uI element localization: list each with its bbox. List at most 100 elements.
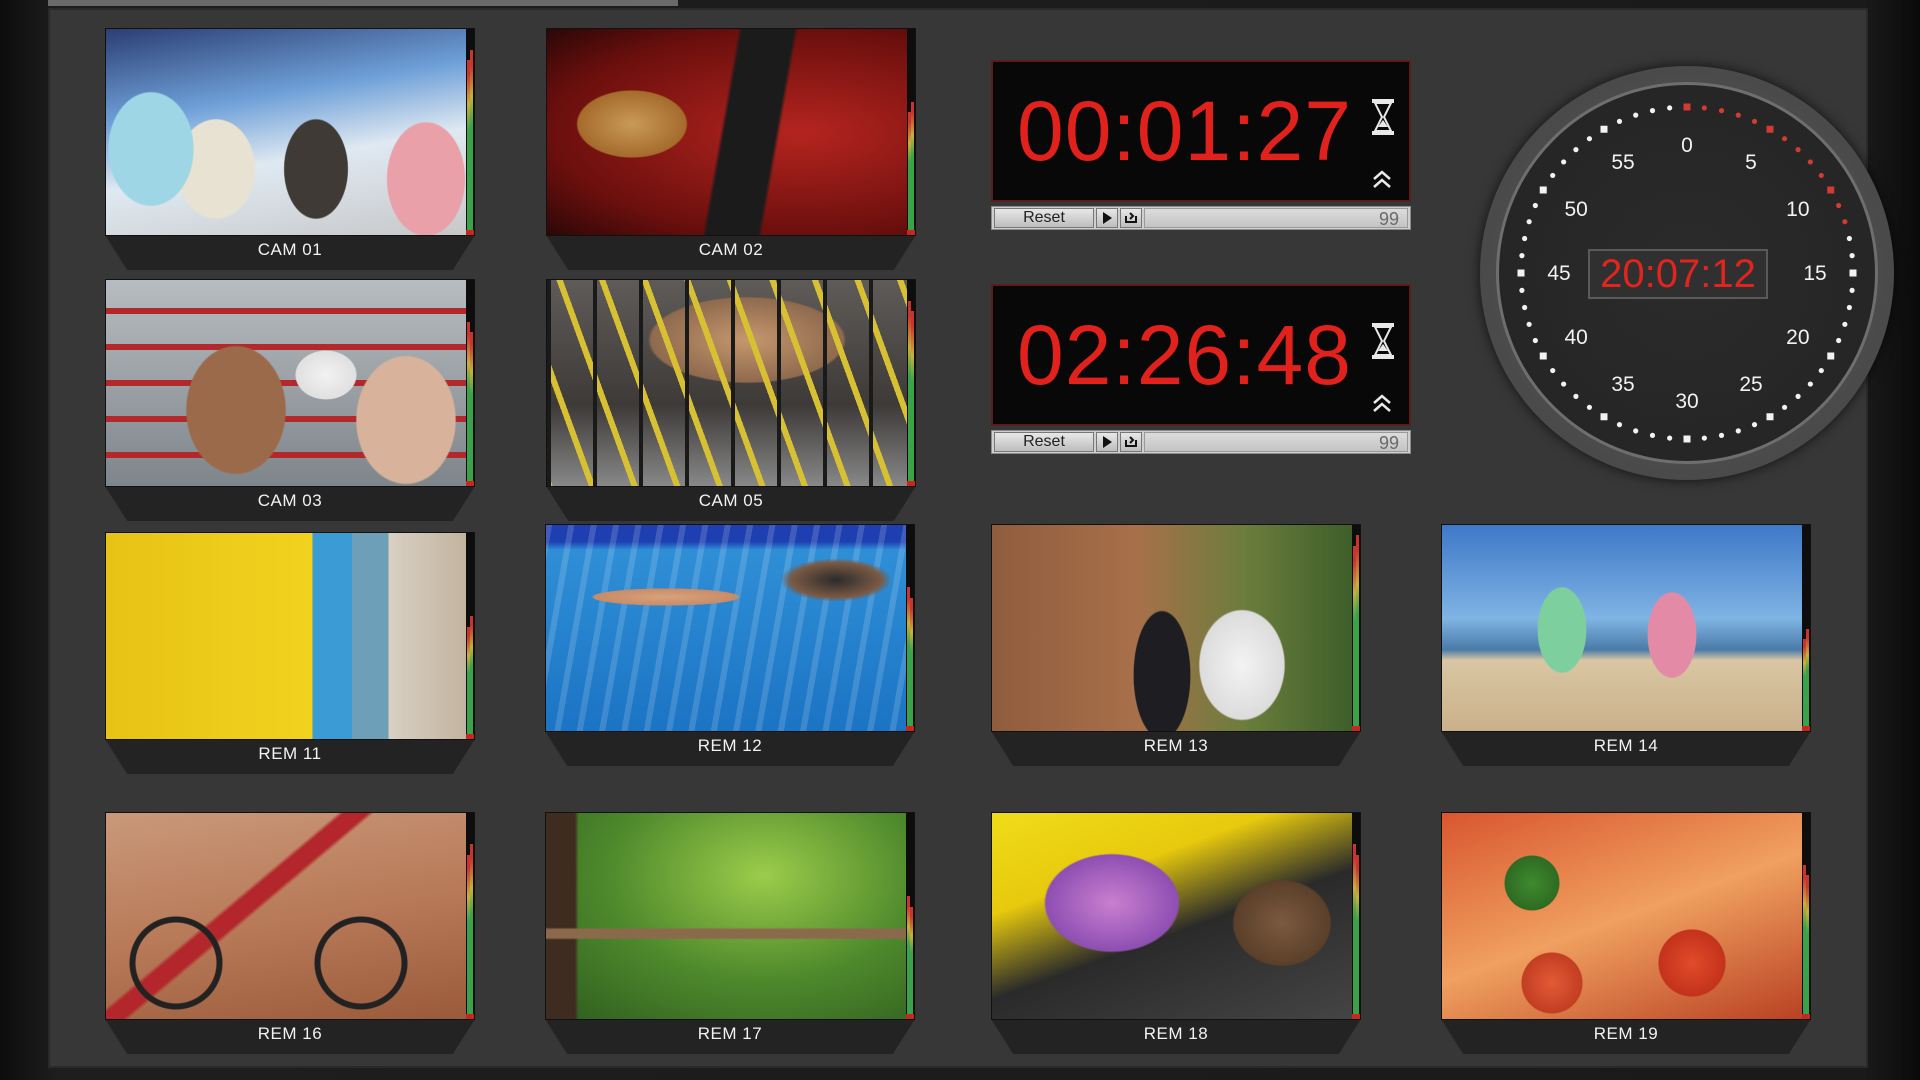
countdown-timer-2: 02:26:48 Reset 99 (991, 284, 1411, 456)
tile-cam-03[interactable]: CAM 03 (105, 279, 475, 521)
clock-second-dot (1701, 105, 1707, 111)
clock-second-dot (1532, 337, 1538, 344)
clock-second-dot (1561, 381, 1567, 387)
clock-second-dot (1586, 136, 1593, 142)
play-button[interactable] (1096, 432, 1118, 452)
hourglass-icon[interactable] (1371, 322, 1395, 360)
clock-hour-marker (1683, 103, 1691, 111)
clock-second-dot (1735, 428, 1741, 434)
tile-frame (105, 279, 475, 487)
audio-meter (906, 525, 914, 731)
clock-numeral: 55 (1611, 151, 1634, 174)
clock-second-dot (1526, 321, 1532, 327)
clock-numeral: 45 (1547, 262, 1570, 285)
play-icon (1103, 212, 1112, 224)
video-preview (106, 29, 468, 235)
tally-indicator (466, 1014, 474, 1019)
clock-second-dot (1573, 147, 1579, 153)
clock-hour-marker (1827, 352, 1835, 360)
loop-button[interactable] (1120, 208, 1142, 228)
tally-indicator (1802, 726, 1810, 731)
tally-indicator (1352, 726, 1360, 731)
clock-second-dot (1842, 321, 1848, 327)
tile-cam-05[interactable]: CAM 05 (546, 279, 916, 521)
tile-rem-12[interactable]: REM 12 (545, 524, 915, 766)
clock-second-dot (1519, 253, 1525, 259)
clock-hour-marker (1539, 186, 1547, 194)
tile-label: CAM 05 (698, 491, 764, 510)
clock-numeral: 50 (1564, 198, 1587, 221)
tile-rem-13[interactable]: REM 13 (991, 524, 1361, 766)
tile-rem-17[interactable]: REM 17 (545, 812, 915, 1054)
clock-digital-time: 20:07:12 (1588, 249, 1768, 299)
timer-display: 00:01:27 (991, 60, 1411, 202)
tile-label: REM 11 (258, 744, 322, 763)
audio-meter (466, 280, 474, 486)
clock-second-dot (1561, 159, 1567, 165)
clock-second-dot (1633, 112, 1639, 118)
tally-indicator (466, 481, 474, 486)
tile-label: REM 17 (697, 1024, 763, 1043)
tile-frame (105, 532, 475, 740)
clock-numeral: 10 (1786, 198, 1809, 221)
tile-rem-14[interactable]: REM 14 (1441, 524, 1811, 766)
clock-second-dot (1751, 118, 1758, 124)
tile-rem-19[interactable]: REM 19 (1441, 812, 1811, 1054)
clock-second-dot (1701, 435, 1707, 441)
countdown-timer-1: 00:01:27 Reset 99 (991, 60, 1411, 232)
repeat-count: 99 (1378, 433, 1399, 453)
clock-numeral: 40 (1564, 326, 1587, 349)
timer-controls: Reset 99 (991, 430, 1411, 454)
clock-second-dot (1616, 118, 1623, 124)
repeat-count-field[interactable]: 99 (1144, 432, 1408, 453)
hourglass-icon[interactable] (1371, 98, 1395, 136)
clock-second-dot (1849, 287, 1855, 293)
tile-cam-02[interactable]: CAM 02 (546, 28, 916, 270)
audio-meter (466, 533, 474, 739)
video-preview (106, 533, 468, 739)
clock-second-dot (1526, 219, 1532, 225)
tally-indicator (906, 1014, 914, 1019)
tile-label: REM 13 (1143, 736, 1209, 755)
clock-second-dot (1519, 287, 1525, 293)
tile-label: CAM 03 (257, 491, 323, 510)
chevron-up-icon[interactable] (1371, 170, 1393, 190)
clock-second-dot (1842, 219, 1848, 225)
clock-numeral: 30 (1675, 390, 1698, 413)
reset-button[interactable]: Reset (994, 208, 1094, 228)
clock-hour-marker (1766, 413, 1774, 421)
play-button[interactable] (1096, 208, 1118, 228)
tile-label: REM 12 (697, 736, 763, 755)
tile-label: REM 14 (1593, 736, 1659, 755)
reset-button[interactable]: Reset (994, 432, 1094, 452)
clock-second-dot (1667, 105, 1673, 111)
tally-indicator (1802, 1014, 1810, 1019)
clock-second-dot (1818, 172, 1824, 179)
video-preview (1442, 525, 1804, 731)
video-preview (106, 813, 468, 1019)
chevron-up-icon[interactable] (1371, 394, 1393, 414)
clock-second-dot (1616, 422, 1623, 428)
clock-second-dot (1550, 367, 1556, 374)
clock-second-dot (1795, 393, 1801, 399)
tile-frame (1441, 524, 1811, 732)
repeat-count-field[interactable]: 99 (1144, 208, 1408, 229)
tile-rem-11[interactable]: REM 11 (105, 532, 475, 774)
loop-button[interactable] (1120, 432, 1142, 452)
clock-second-dot (1522, 235, 1528, 242)
video-preview (992, 525, 1354, 731)
tile-rem-18[interactable]: REM 18 (991, 812, 1361, 1054)
video-preview (547, 280, 909, 486)
tile-frame (105, 28, 475, 236)
clock-hour-marker (1539, 352, 1547, 360)
clock-hour-marker (1517, 269, 1525, 277)
tile-cam-01[interactable]: CAM 01 (105, 28, 475, 270)
clock-second-dot (1846, 235, 1852, 242)
tile-label: REM 16 (257, 1024, 323, 1043)
audio-meter (1352, 813, 1360, 1019)
tile-rem-16[interactable]: REM 16 (105, 812, 475, 1054)
clock-second-dot (1781, 404, 1788, 410)
audio-meter (1802, 813, 1810, 1019)
clock-second-dot (1818, 367, 1824, 374)
video-preview (546, 525, 908, 731)
